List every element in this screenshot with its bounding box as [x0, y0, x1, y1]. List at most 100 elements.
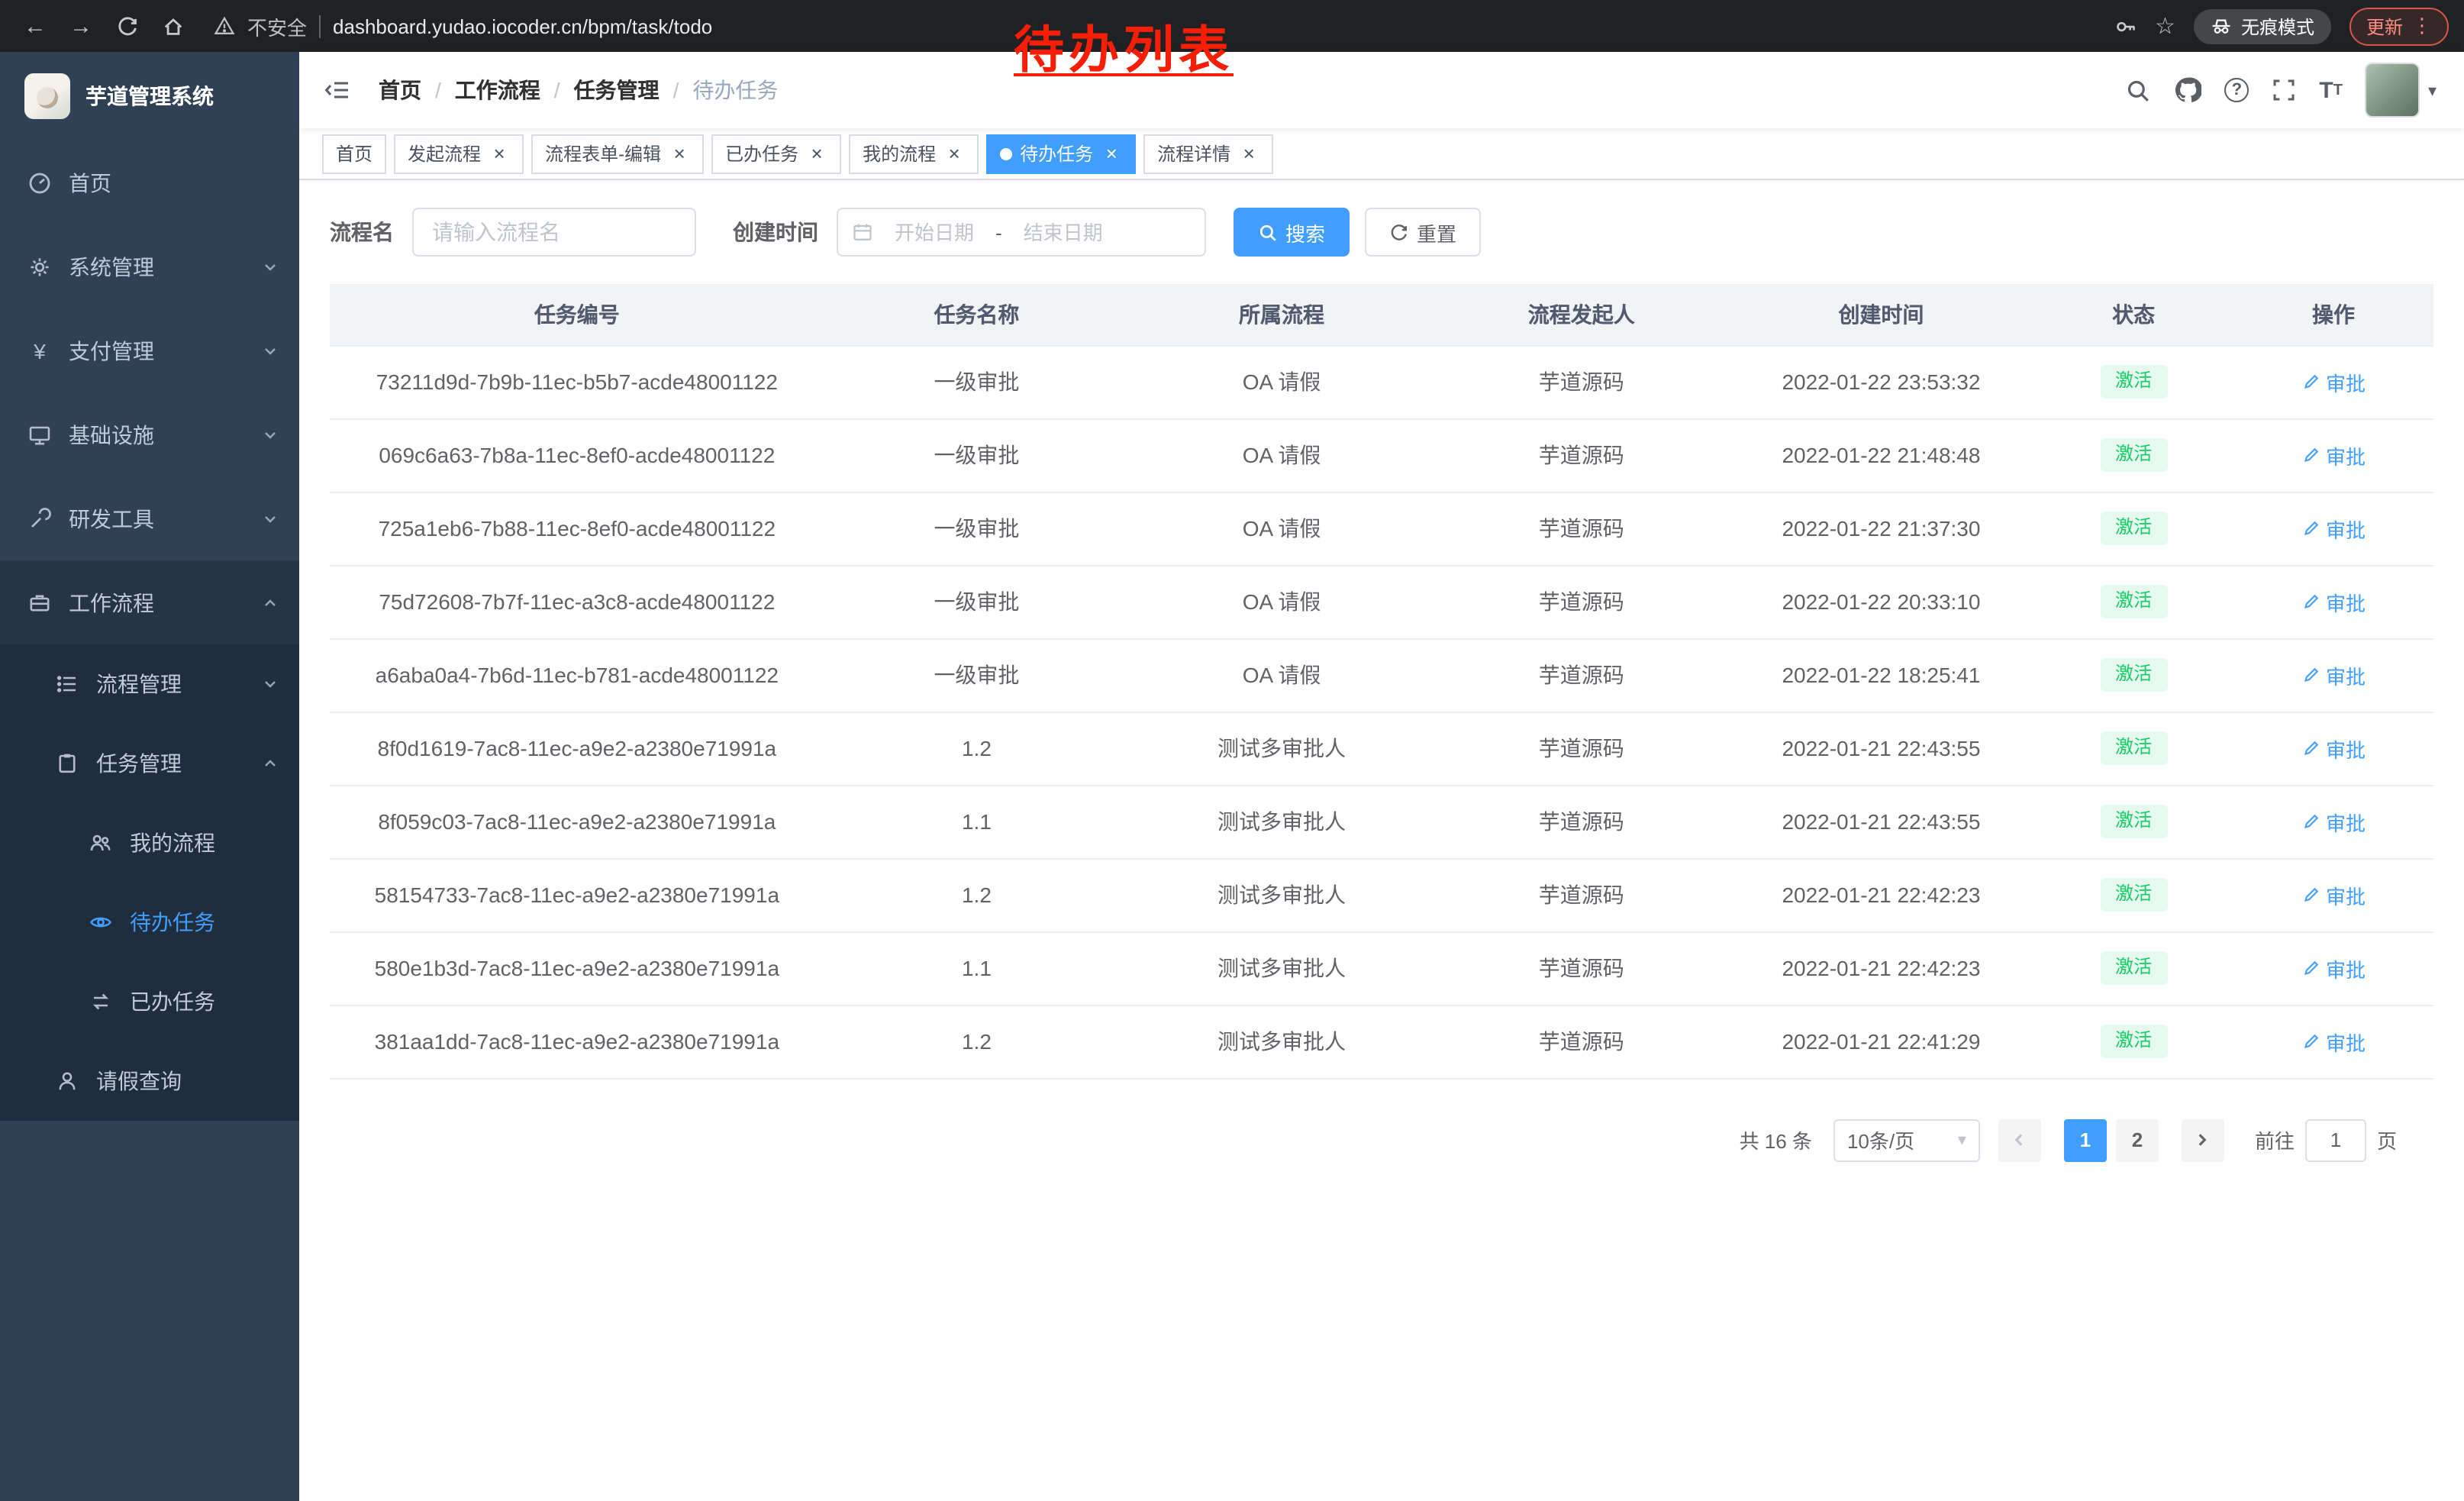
sidebar-item-payment-mgmt[interactable]: ¥ 支付管理 [0, 308, 299, 392]
cell-status: 激活 [2033, 1005, 2233, 1078]
tab-2[interactable]: 流程表单-编辑× [531, 134, 704, 173]
sidebar-toggle-button[interactable] [299, 52, 376, 128]
status-badge: 激活 [2100, 585, 2167, 618]
reset-button[interactable]: 重置 [1365, 208, 1481, 257]
user-menu[interactable]: ▾ [2366, 63, 2437, 118]
sidebar-item-infrastructure[interactable]: 基础设施 [0, 392, 299, 476]
tab-1[interactable]: 发起流程× [394, 134, 524, 173]
sidebar-item-my-process[interactable]: 我的流程 [0, 803, 299, 883]
tab-close-icon[interactable]: × [489, 143, 510, 164]
update-button[interactable]: 更新 ⋮ [2350, 7, 2449, 45]
logo-row[interactable]: 芋道管理系统 [0, 52, 299, 140]
date-range-picker[interactable]: - [837, 208, 1206, 257]
table-row: 58154733-7ac8-11ec-a9e2-a2380e71991a1.2测… [330, 858, 2433, 931]
incognito-icon [2211, 15, 2232, 37]
next-page-button[interactable] [2182, 1118, 2224, 1161]
tab-6[interactable]: 流程详情× [1143, 134, 1273, 173]
status-badge: 激活 [2100, 365, 2167, 398]
wrench-icon [27, 506, 52, 531]
sidebar-item-done-tasks[interactable]: 已办任务 [0, 962, 299, 1041]
tab-close-icon[interactable]: × [806, 143, 827, 164]
page-button-2[interactable]: 2 [2116, 1118, 2159, 1161]
sidebar: 芋道管理系统 首页 系统管理 ¥ 支付管理 [0, 52, 299, 1501]
tab-5[interactable]: 待办任务× [986, 134, 1136, 173]
approve-link[interactable]: 审批 [2301, 880, 2366, 909]
cell-created: 2022-01-22 21:48:48 [1729, 418, 2034, 492]
address-bar[interactable]: 不安全 dashboard.yudao.iocoder.cn/bpm/task/… [214, 11, 712, 40]
tab-0[interactable]: 首页 [322, 134, 386, 173]
sidebar-item-workflow[interactable]: 工作流程 [0, 560, 299, 644]
cell-starter: 芋道源码 [1434, 931, 1729, 1005]
table-body: 73211d9d-7b9b-11ec-b5b7-acde48001122一级审批… [330, 345, 2433, 1078]
breadcrumb-workflow[interactable]: 工作流程 [455, 75, 540, 105]
sidebar-item-todo-tasks[interactable]: 待办任务 [0, 883, 299, 962]
tab-close-icon[interactable]: × [943, 143, 965, 164]
breadcrumb-current: 待办任务 [692, 75, 778, 105]
approve-link[interactable]: 审批 [2301, 954, 2366, 983]
approve-link[interactable]: 审批 [2301, 734, 2366, 763]
cell-starter: 芋道源码 [1434, 565, 1729, 638]
cell-process: 测试多审批人 [1129, 858, 1434, 931]
person-icon [55, 1069, 79, 1093]
fullscreen-icon[interactable] [2272, 78, 2296, 102]
search-icon [1258, 222, 1278, 242]
tab-close-icon[interactable]: × [1238, 143, 1259, 164]
sidebar-item-dev-tools[interactable]: 研发工具 [0, 476, 299, 560]
column-header: 任务编号 [330, 284, 824, 345]
approve-link[interactable]: 审批 [2301, 660, 2366, 689]
sidebar-item-label: 我的流程 [130, 828, 278, 858]
start-date-input[interactable] [882, 221, 986, 244]
sidebar-item-home[interactable]: 首页 [0, 140, 299, 224]
font-size-icon[interactable]: TT [2319, 77, 2343, 103]
end-date-input[interactable] [1011, 221, 1115, 244]
approve-label: 审批 [2326, 441, 2366, 470]
approve-link[interactable]: 审批 [2301, 441, 2366, 470]
sidebar-item-process-mgmt[interactable]: 流程管理 [0, 644, 299, 724]
github-icon[interactable] [2174, 76, 2201, 104]
cell-created: 2022-01-22 20:33:10 [1729, 565, 2034, 638]
approve-link[interactable]: 审批 [2301, 514, 2366, 543]
search-icon[interactable] [2125, 77, 2151, 103]
tab-close-icon[interactable]: × [1101, 143, 1122, 164]
prev-page-button[interactable] [1998, 1118, 2041, 1161]
sidebar-item-leave-query[interactable]: 请假查询 [0, 1041, 299, 1121]
search-button[interactable]: 搜索 [1234, 208, 1350, 257]
cell-process: OA 请假 [1129, 345, 1434, 418]
approve-link[interactable]: 审批 [2301, 807, 2366, 836]
cell-starter: 芋道源码 [1434, 785, 1729, 858]
tab-4[interactable]: 我的流程× [849, 134, 979, 173]
chevron-down-icon [263, 254, 278, 279]
people-icon [89, 831, 113, 855]
browser-back-icon[interactable]: ← [15, 6, 55, 46]
edit-pencil-icon [2301, 886, 2320, 904]
font-size-small: T [2333, 82, 2343, 98]
edit-pencil-icon [2301, 812, 2320, 831]
cell-status: 激活 [2033, 565, 2233, 638]
sidebar-item-task-mgmt[interactable]: 任务管理 [0, 724, 299, 803]
goto-page-input[interactable] [2305, 1118, 2366, 1161]
cell-created: 2022-01-21 22:42:23 [1729, 858, 2034, 931]
approve-link[interactable]: 审批 [2301, 1027, 2366, 1056]
browser-forward-icon[interactable]: → [61, 6, 101, 46]
page-size-select[interactable]: 10条/页 ▾ [1833, 1118, 1980, 1161]
browser-reload-icon[interactable] [107, 6, 147, 46]
sidebar-item-label: 已办任务 [130, 986, 278, 1017]
navbar-right-cluster: ? TT ▾ [2125, 63, 2437, 118]
password-key-icon[interactable] [2114, 15, 2137, 37]
help-icon[interactable]: ? [2224, 78, 2249, 102]
cell-task-id: 73211d9d-7b9b-11ec-b5b7-acde48001122 [330, 345, 824, 418]
sidebar-item-system-mgmt[interactable]: 系统管理 [0, 224, 299, 308]
approve-link[interactable]: 审批 [2301, 367, 2366, 396]
breadcrumb-home[interactable]: 首页 [379, 75, 421, 105]
browser-home-icon[interactable] [153, 6, 192, 46]
process-name-input[interactable] [412, 208, 696, 257]
tab-3[interactable]: 已办任务× [711, 134, 841, 173]
tab-close-icon[interactable]: × [669, 143, 690, 164]
status-badge: 激活 [2100, 438, 2167, 471]
gear-icon [27, 254, 52, 279]
page-button-1[interactable]: 1 [2064, 1118, 2107, 1161]
breadcrumb-task-mgmt[interactable]: 任务管理 [574, 75, 660, 105]
approve-link[interactable]: 审批 [2301, 587, 2366, 616]
bookmark-star-icon[interactable]: ☆ [2155, 12, 2175, 40]
browser-menu-dots-icon[interactable]: ⋮ [2412, 14, 2432, 38]
